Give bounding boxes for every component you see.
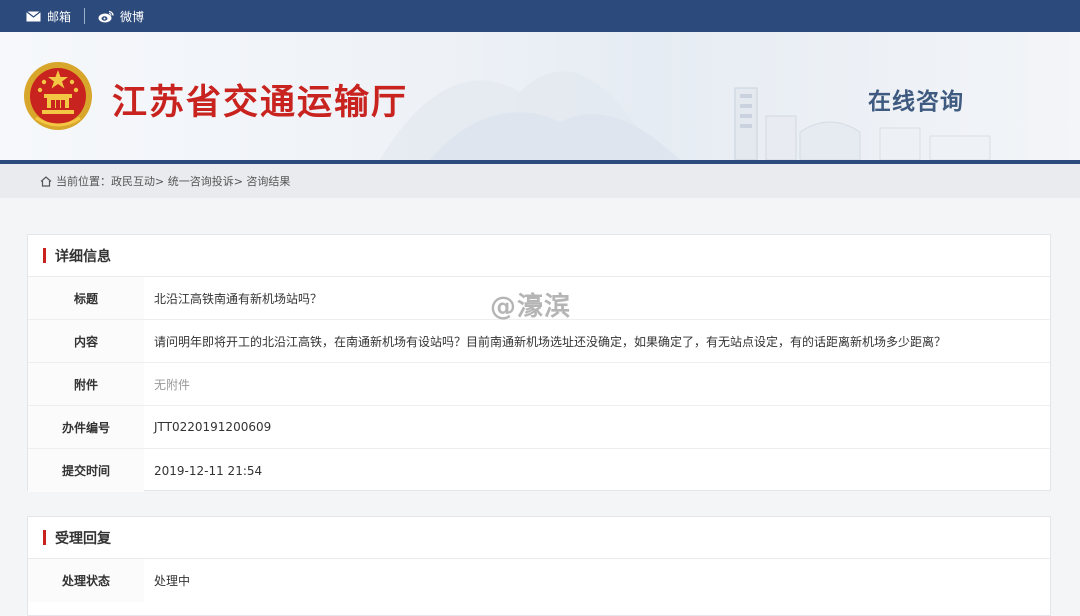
row-value: 2019-12-11 21:54 [154, 463, 263, 478]
row-value: JTT0220191200609 [154, 420, 272, 434]
reply-header: 受理回复 [28, 517, 1050, 559]
details-heading: 详细信息 [55, 248, 111, 265]
breadcrumb-text: 当前位置：政民互动> 统一咨询投诉> 咨询结果 [56, 175, 291, 188]
mail-icon [26, 10, 41, 21]
row-label: 附件 [28, 363, 144, 405]
row-label: 提交时间 [28, 449, 144, 492]
details-card: 详细信息 标题 北沿江高铁南通有新机场站吗？ 内容 请问明年即将开工的北沿江高铁… [27, 234, 1051, 492]
row-value: 请问明年即将开工的北沿江高铁，在南通新机场有设站吗？目前南通新机场选址还没确定，… [154, 334, 947, 349]
detail-row-case-number: 办件编号 JTT0220191200609 [28, 406, 1050, 449]
detail-row-submit-time: 提交时间 2019-12-11 21:54 [28, 449, 1050, 492]
detail-row-attachment: 附件 无附件 [28, 363, 1050, 406]
weibo-link[interactable]: 微博 [98, 8, 144, 25]
weibo-label: 微博 [120, 9, 145, 24]
home-icon[interactable] [40, 175, 52, 187]
mail-link[interactable]: 邮箱 [26, 8, 71, 25]
row-label: 内容 [28, 320, 144, 362]
heading-accent-bar [43, 530, 46, 545]
detail-row-content: 内容 请问明年即将开工的北沿江高铁，在南通新机场有设站吗？目前南通新机场选址还没… [28, 320, 1050, 363]
heading-accent-bar [43, 248, 46, 263]
topbar-divider [84, 8, 86, 24]
national-emblem-logo [24, 62, 92, 130]
reply-row-status: 处理状态 处理中 [28, 559, 1050, 602]
row-label: 标题 [28, 277, 144, 319]
top-bar: 邮箱 微博 [0, 0, 1080, 32]
watermark: @濠滨 [490, 292, 572, 322]
section-title: 在线咨询 [868, 89, 964, 115]
site-title: 江苏省交通运输厅 [112, 82, 409, 123]
mail-label: 邮箱 [47, 9, 72, 24]
details-header: 详细信息 [28, 235, 1050, 277]
row-label: 办件编号 [28, 406, 144, 448]
breadcrumb: 当前位置：政民互动> 统一咨询投诉> 咨询结果 [0, 164, 1080, 198]
row-value: 无附件 [154, 377, 191, 392]
row-value: 处理中 [154, 574, 191, 588]
weibo-icon [98, 10, 114, 22]
site-banner: 江苏省交通运输厅 在线咨询 [0, 32, 1080, 160]
reply-card: 受理回复 处理状态 处理中 [27, 516, 1051, 616]
reply-heading: 受理回复 [55, 530, 111, 547]
row-value: 北沿江高铁南通有新机场站吗？ [154, 291, 323, 306]
row-label: 处理状态 [28, 559, 144, 602]
